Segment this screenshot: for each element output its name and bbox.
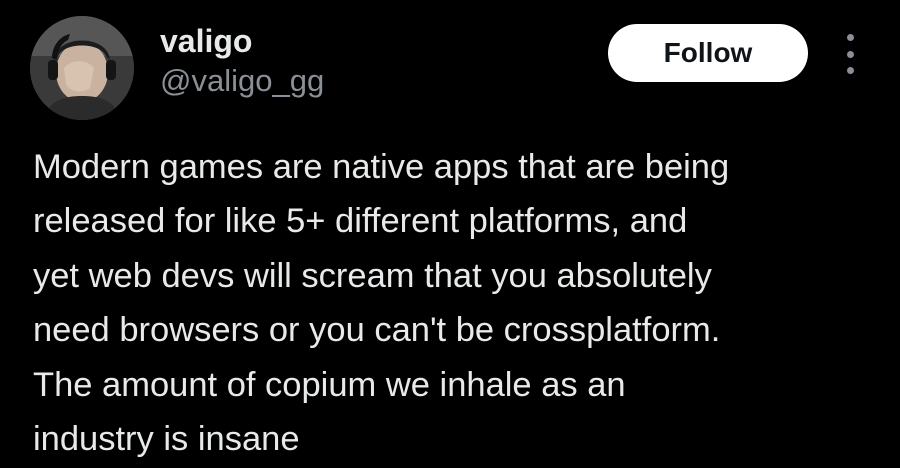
author-display-name[interactable]: valigo bbox=[160, 22, 252, 60]
tweet-text-line: yet web devs will scream that you absolu… bbox=[33, 256, 712, 295]
user-avatar-icon bbox=[30, 16, 134, 120]
tweet-text-line: The amount of copium we inhale as an bbox=[33, 365, 626, 404]
more-dot-icon bbox=[846, 67, 854, 74]
tweet-card: valigo @valigo_gg Follow Modern games ar… bbox=[0, 0, 900, 468]
author-handle[interactable]: @valigo_gg bbox=[160, 62, 324, 100]
tweet-text-line: need browsers or you can't be crossplatf… bbox=[33, 311, 721, 350]
tweet-text-line: released for like 5+ different platforms… bbox=[33, 202, 688, 241]
more-options-button[interactable] bbox=[838, 34, 862, 74]
author-avatar[interactable] bbox=[30, 16, 134, 120]
follow-button[interactable]: Follow bbox=[608, 24, 808, 82]
tweet-text: Modern games are native apps that are be… bbox=[33, 140, 883, 466]
tweet-text-line: industry is insane bbox=[33, 420, 300, 459]
more-dot-icon bbox=[846, 34, 854, 41]
tweet-text-line: Modern games are native apps that are be… bbox=[33, 148, 730, 186]
more-dot-icon bbox=[846, 50, 854, 58]
